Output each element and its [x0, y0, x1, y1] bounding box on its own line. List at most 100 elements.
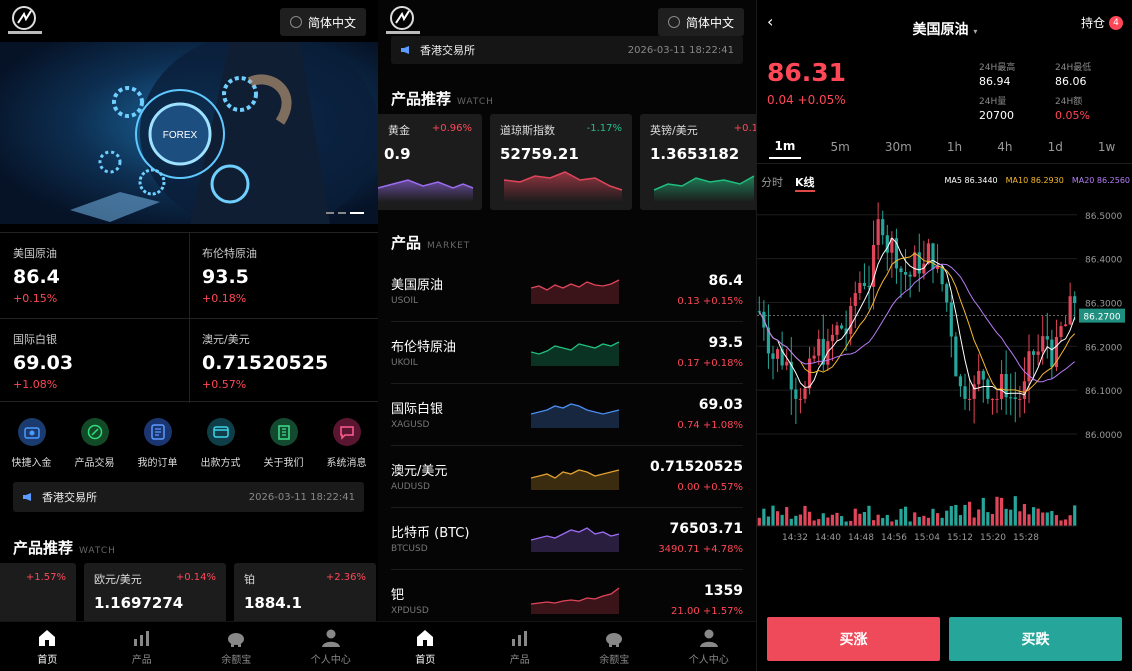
volume-bar [771, 505, 775, 526]
buy-up-button[interactable]: 买涨 [767, 617, 940, 661]
volume-bar [995, 496, 999, 526]
notice-bar[interactable]: 香港交易所 2026-03-11 18:22:41 [13, 482, 364, 512]
volume-bar [986, 512, 990, 526]
candle-body [999, 373, 1004, 399]
stat-low: 24H最低 86.06 [1055, 63, 1092, 88]
volume-bar [839, 516, 844, 526]
quote-card[interactable]: 美国原油 86.4 +0.15% [0, 233, 189, 318]
product-price: 0.71520525 [650, 459, 743, 475]
home-icon [417, 630, 434, 646]
ma-line [758, 237, 1076, 396]
volume-bar [1041, 512, 1045, 526]
candle-body [958, 376, 963, 387]
tab-profile[interactable]: 个人中心 [284, 622, 379, 671]
tab-home[interactable]: 首页 [378, 622, 473, 671]
market-row[interactable]: 比特币 (BTC) BTCUSD 76503.71 3490.71 +4.78% [391, 508, 743, 570]
watch-section-title: 产品推荐 WATCH [391, 90, 494, 108]
period-tab[interactable]: 5m [824, 136, 855, 158]
volume-bar [835, 512, 839, 526]
volume-bar [1018, 511, 1022, 526]
candle-body [1013, 397, 1017, 399]
volume-bar [762, 508, 766, 526]
withdraw-method-button[interactable]: 出款方式 [191, 418, 251, 469]
volume-bar [894, 519, 899, 526]
x-tick-label: 14:32 [782, 533, 808, 543]
product-title[interactable]: 美国原油 ▾ [757, 19, 1132, 39]
period-tab[interactable]: 1d [1042, 136, 1069, 158]
buy-down-button[interactable]: 买跌 [949, 617, 1122, 661]
user-icon [321, 629, 340, 647]
about-us-button[interactable]: 关于我们 [254, 418, 314, 469]
volume-bar [1022, 504, 1027, 526]
tab-balance[interactable]: 余额宝 [189, 622, 284, 671]
camera-icon [17, 418, 46, 446]
period-tab[interactable]: 1m [768, 135, 802, 159]
candle-body [794, 389, 798, 399]
market-row[interactable]: 布伦特原油 UKOIL 93.5 0.17 +0.18% [391, 322, 743, 384]
x-tick-label: 14:48 [848, 533, 874, 543]
notice-bar[interactable]: 香港交易所 2026-03-11 18:22:41 [391, 36, 743, 64]
volume-bar [830, 514, 835, 526]
sparkline [503, 171, 623, 202]
candle-body [949, 302, 953, 337]
product-price: 76503.71 [669, 521, 743, 537]
period-tab[interactable]: 1h [941, 136, 968, 158]
product-change: 21.00 +1.57% [671, 606, 743, 617]
tab-products[interactable]: 产品 [95, 622, 190, 671]
x-tick-label: 15:12 [947, 533, 973, 543]
candle-body [899, 268, 903, 273]
current-price-tag-label: 86.2700 [1083, 313, 1120, 323]
market-row[interactable]: 国际白银 XAGUSD 69.03 0.74 +1.08% [391, 384, 743, 446]
language-selector[interactable]: 简体中文 [279, 8, 366, 36]
y-tick-label: 86.5000 [1085, 212, 1122, 222]
quote-card[interactable]: 布伦特原油 93.5 +0.18% [189, 233, 378, 318]
ma10-label: MA10 86.2930 [1005, 176, 1064, 185]
watch-card[interactable]: 黄金 +0.96% 0.9 [378, 114, 482, 210]
y-tick-label: 86.0000 [1085, 431, 1122, 441]
deposit-button[interactable]: 快捷入金 [2, 418, 62, 469]
x-tick-label: 14:40 [815, 533, 841, 543]
quote-card[interactable]: 国际白银 69.03 +1.08% [0, 319, 189, 404]
candle-body [798, 398, 803, 400]
market-row[interactable]: 美国原油 USOIL 86.4 0.13 +0.15% [391, 260, 743, 322]
candle-body [1031, 351, 1036, 355]
volume-bar [780, 514, 784, 526]
product-trade-button[interactable]: 产品交易 [65, 418, 125, 469]
tab-profile[interactable]: 个人中心 [662, 622, 757, 671]
language-selector[interactable]: 简体中文 [657, 8, 744, 36]
price-change: 0.04 +0.05% [767, 93, 846, 107]
candle-body [954, 336, 958, 377]
quote-card[interactable]: 澳元/美元 0.71520525 +0.57% [189, 319, 378, 404]
user-icon [699, 629, 718, 647]
period-tab[interactable]: 1w [1092, 136, 1121, 158]
volume-bar [922, 515, 926, 526]
system-message-button[interactable]: 系统消息 [317, 418, 377, 469]
candle-body [835, 325, 839, 335]
product-price: 1359 [704, 583, 743, 599]
tab-home[interactable]: 首页 [0, 622, 95, 671]
banner-indicator [326, 212, 364, 214]
volume-bar [1059, 520, 1063, 526]
volume-bar [1013, 496, 1017, 526]
candle-body [963, 386, 967, 399]
watch-card[interactable]: 英镑/美元 +0.1 1.3653182 [640, 114, 756, 210]
tab-products[interactable]: 产品 [473, 622, 568, 671]
kline-chart[interactable]: 86.5000 86.4000 86.3000 86.2000 86.1000 86.00… [757, 196, 1132, 556]
volume-bar [1045, 512, 1049, 526]
volume-bar [908, 521, 912, 526]
volume-bar [798, 514, 803, 526]
tab-balance[interactable]: 余额宝 [567, 622, 662, 671]
holdings-button[interactable]: 持仓 4 [1081, 14, 1123, 31]
x-tick-label: 14:56 [881, 533, 907, 543]
my-orders-button[interactable]: 我的订单 [128, 418, 188, 469]
promo-banner[interactable]: FOREX [0, 42, 378, 224]
mode-kline-tab[interactable]: K线 [795, 174, 815, 192]
period-tab[interactable]: 30m [879, 136, 918, 158]
watch-card[interactable]: 道琼斯指数 -1.17% 52759.21 [490, 114, 632, 210]
product-change: 3490.71 +4.78% [658, 544, 743, 555]
period-tab[interactable]: 4h [991, 136, 1018, 158]
product-code: AUDUSD [391, 482, 430, 492]
market-row[interactable]: 澳元/美元 AUDUSD 0.71520525 0.00 +0.57% [391, 446, 743, 508]
mode-timeline-tab[interactable]: 分时 [761, 174, 783, 192]
product-name: 澳元/美元 [391, 464, 448, 479]
